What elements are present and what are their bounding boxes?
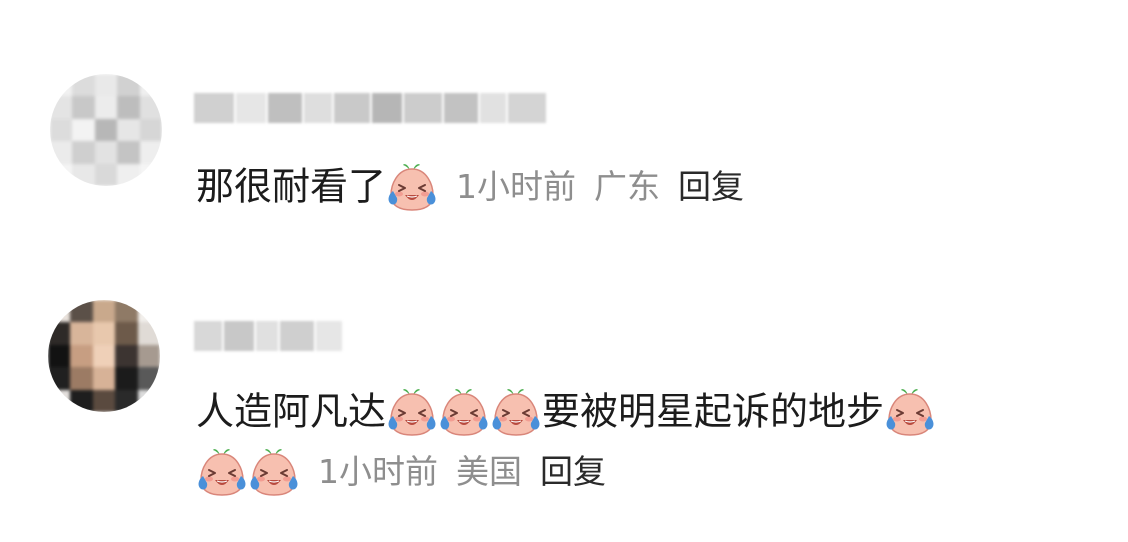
- location: 美国: [456, 451, 522, 491]
- reply-button[interactable]: 回复: [540, 452, 606, 491]
- comment-text: 人造阿凡达: [196, 389, 387, 434]
- location: 广东: [594, 166, 661, 206]
- avatar[interactable]: [50, 74, 162, 186]
- comment-text-line: 那很耐看了 1小时前 广东 回复: [196, 158, 744, 213]
- laugh-cry-peach-icon: [884, 386, 936, 438]
- laugh-cry-peach-icon: [438, 386, 490, 438]
- laugh-cry-peach-icon: [386, 161, 438, 213]
- comment-text: 要被明星起诉的地步: [542, 389, 885, 434]
- timestamp: 1小时前: [456, 166, 577, 206]
- laugh-cry-peach-icon: [248, 446, 300, 498]
- comment-meta-line: 1小时前 美国 回复: [196, 443, 606, 498]
- laugh-cry-peach-icon: [386, 386, 438, 438]
- username-redacted[interactable]: [194, 88, 548, 128]
- timestamp: 1小时前: [318, 451, 438, 491]
- laugh-cry-peach-icon: [196, 446, 248, 498]
- username-redacted[interactable]: [194, 316, 344, 356]
- comment-text: 那很耐看了: [196, 164, 387, 209]
- avatar[interactable]: [48, 300, 160, 412]
- laugh-cry-peach-icon: [490, 386, 542, 438]
- reply-button[interactable]: 回复: [678, 167, 744, 206]
- comment-text-line: 人造阿凡达 要被明星起诉的地步: [196, 383, 936, 438]
